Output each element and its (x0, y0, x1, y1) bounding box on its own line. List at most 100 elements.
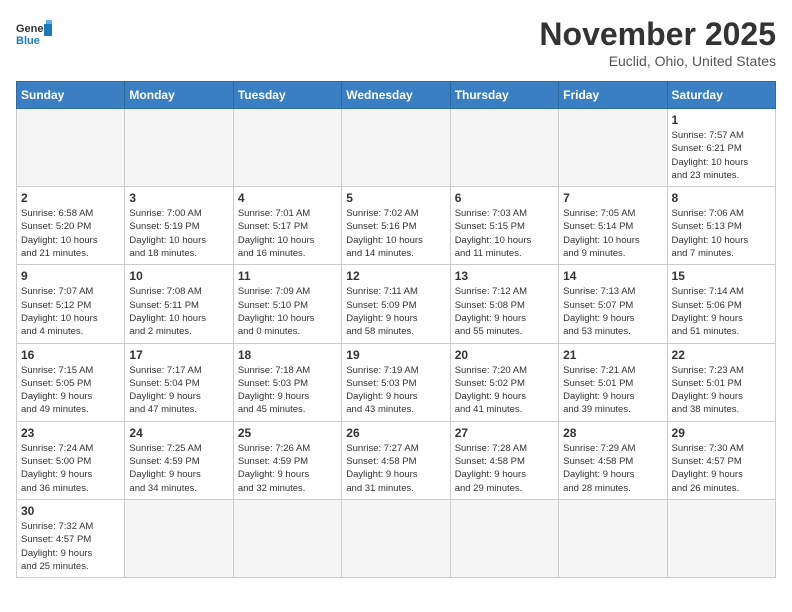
week-row-0: 1Sunrise: 7:57 AM Sunset: 6:21 PM Daylig… (17, 109, 776, 187)
day-cell: 30 Sunrise: 7:32 AM Sunset: 4:57 PM Dayli… (17, 499, 125, 577)
day-number: 7 (563, 191, 662, 205)
day-number: 13 (455, 269, 554, 283)
day-cell: 20 Sunrise: 7:20 AM Sunset: 5:02 PM Dayli… (450, 343, 558, 421)
day-cell: 29Sunrise: 7:30 AM Sunset: 4:57 PM Dayli… (667, 421, 775, 499)
day-number: 21 (563, 348, 662, 362)
day-info: Sunrise: 7:00 AM Sunset: 5:19 PM Dayligh… (129, 207, 228, 260)
day-info: Sunrise: 7:25 AM Sunset: 4:59 PM Dayligh… (129, 442, 228, 495)
day-number: 17 (129, 348, 228, 362)
title-block: November 2025 Euclid, Ohio, United State… (539, 16, 776, 69)
day-number: 20 (455, 348, 554, 362)
day-cell: 19 Sunrise: 7:19 AM Sunset: 5:03 PM Dayli… (342, 343, 450, 421)
location: Euclid, Ohio, United States (539, 53, 776, 69)
day-cell: 27 Sunrise: 7:28 AM Sunset: 4:58 PM Dayli… (450, 421, 558, 499)
day-info: Sunrise: 7:27 AM Sunset: 4:58 PM Dayligh… (346, 442, 445, 495)
day-header-friday: Friday (559, 82, 667, 109)
day-cell: 12 Sunrise: 7:11 AM Sunset: 5:09 PM Dayli… (342, 265, 450, 343)
day-info: Sunrise: 7:03 AM Sunset: 5:15 PM Dayligh… (455, 207, 554, 260)
day-info: Sunrise: 7:11 AM Sunset: 5:09 PM Dayligh… (346, 285, 445, 338)
day-cell: 13Sunrise: 7:12 AM Sunset: 5:08 PM Dayli… (450, 265, 558, 343)
day-cell: 25 Sunrise: 7:26 AM Sunset: 4:59 PM Dayli… (233, 421, 341, 499)
day-cell: 4 Sunrise: 7:01 AM Sunset: 5:17 PM Daylig… (233, 187, 341, 265)
day-info: Sunrise: 6:58 AM Sunset: 5:20 PM Dayligh… (21, 207, 120, 260)
day-number: 28 (563, 426, 662, 440)
day-number: 10 (129, 269, 228, 283)
day-number: 27 (455, 426, 554, 440)
day-number: 18 (238, 348, 337, 362)
day-cell (450, 109, 558, 187)
day-cell: 7 Sunrise: 7:05 AM Sunset: 5:14 PM Daylig… (559, 187, 667, 265)
day-info: Sunrise: 7:15 AM Sunset: 5:05 PM Dayligh… (21, 364, 120, 417)
day-header-monday: Monday (125, 82, 233, 109)
day-number: 16 (21, 348, 120, 362)
day-cell: 16 Sunrise: 7:15 AM Sunset: 5:05 PM Dayli… (17, 343, 125, 421)
day-info: Sunrise: 7:13 AM Sunset: 5:07 PM Dayligh… (563, 285, 662, 338)
day-cell: 26 Sunrise: 7:27 AM Sunset: 4:58 PM Dayli… (342, 421, 450, 499)
day-number: 14 (563, 269, 662, 283)
day-number: 15 (672, 269, 771, 283)
day-info: Sunrise: 7:26 AM Sunset: 4:59 PM Dayligh… (238, 442, 337, 495)
day-info: Sunrise: 7:05 AM Sunset: 5:14 PM Dayligh… (563, 207, 662, 260)
header-row: SundayMondayTuesdayWednesdayThursdayFrid… (17, 82, 776, 109)
day-number: 25 (238, 426, 337, 440)
day-cell: 21 Sunrise: 7:21 AM Sunset: 5:01 PM Dayli… (559, 343, 667, 421)
day-number: 5 (346, 191, 445, 205)
day-cell: 14 Sunrise: 7:13 AM Sunset: 5:07 PM Dayli… (559, 265, 667, 343)
day-info: Sunrise: 7:07 AM Sunset: 5:12 PM Dayligh… (21, 285, 120, 338)
day-header-thursday: Thursday (450, 82, 558, 109)
day-cell: 1Sunrise: 7:57 AM Sunset: 6:21 PM Daylig… (667, 109, 775, 187)
day-header-saturday: Saturday (667, 82, 775, 109)
day-cell: 8Sunrise: 7:06 AM Sunset: 5:13 PM Daylig… (667, 187, 775, 265)
day-number: 11 (238, 269, 337, 283)
day-cell (450, 499, 558, 577)
week-row-5: 30 Sunrise: 7:32 AM Sunset: 4:57 PM Dayli… (17, 499, 776, 577)
week-row-4: 23 Sunrise: 7:24 AM Sunset: 5:00 PM Dayli… (17, 421, 776, 499)
day-number: 4 (238, 191, 337, 205)
day-header-sunday: Sunday (17, 82, 125, 109)
day-info: Sunrise: 7:28 AM Sunset: 4:58 PM Dayligh… (455, 442, 554, 495)
day-cell (17, 109, 125, 187)
day-info: Sunrise: 7:02 AM Sunset: 5:16 PM Dayligh… (346, 207, 445, 260)
day-info: Sunrise: 7:29 AM Sunset: 4:58 PM Dayligh… (563, 442, 662, 495)
day-info: Sunrise: 7:08 AM Sunset: 5:11 PM Dayligh… (129, 285, 228, 338)
day-number: 24 (129, 426, 228, 440)
day-info: Sunrise: 7:20 AM Sunset: 5:02 PM Dayligh… (455, 364, 554, 417)
day-cell (559, 499, 667, 577)
day-cell (559, 109, 667, 187)
day-info: Sunrise: 7:09 AM Sunset: 5:10 PM Dayligh… (238, 285, 337, 338)
day-info: Sunrise: 7:32 AM Sunset: 4:57 PM Dayligh… (21, 520, 120, 573)
day-cell: 28 Sunrise: 7:29 AM Sunset: 4:58 PM Dayli… (559, 421, 667, 499)
day-cell: 5 Sunrise: 7:02 AM Sunset: 5:16 PM Daylig… (342, 187, 450, 265)
day-cell: 17Sunrise: 7:17 AM Sunset: 5:04 PM Dayli… (125, 343, 233, 421)
day-info: Sunrise: 7:24 AM Sunset: 5:00 PM Dayligh… (21, 442, 120, 495)
day-cell (342, 499, 450, 577)
day-cell: 15 Sunrise: 7:14 AM Sunset: 5:06 PM Dayli… (667, 265, 775, 343)
day-info: Sunrise: 7:23 AM Sunset: 5:01 PM Dayligh… (672, 364, 771, 417)
day-cell: 3Sunrise: 7:00 AM Sunset: 5:19 PM Daylig… (125, 187, 233, 265)
day-number: 9 (21, 269, 120, 283)
day-number: 30 (21, 504, 120, 518)
day-number: 2 (21, 191, 120, 205)
calendar-table: SundayMondayTuesdayWednesdayThursdayFrid… (16, 81, 776, 578)
day-cell: 22Sunrise: 7:23 AM Sunset: 5:01 PM Dayli… (667, 343, 775, 421)
day-cell (233, 499, 341, 577)
day-info: Sunrise: 7:19 AM Sunset: 5:03 PM Dayligh… (346, 364, 445, 417)
day-cell (233, 109, 341, 187)
logo-icon: General Blue (16, 16, 52, 52)
day-info: Sunrise: 7:57 AM Sunset: 6:21 PM Dayligh… (672, 129, 771, 182)
day-cell: 10 Sunrise: 7:08 AM Sunset: 5:11 PM Dayli… (125, 265, 233, 343)
day-number: 12 (346, 269, 445, 283)
day-cell (342, 109, 450, 187)
day-cell: 11 Sunrise: 7:09 AM Sunset: 5:10 PM Dayli… (233, 265, 341, 343)
day-number: 19 (346, 348, 445, 362)
week-row-3: 16 Sunrise: 7:15 AM Sunset: 5:05 PM Dayli… (17, 343, 776, 421)
day-cell (125, 499, 233, 577)
day-info: Sunrise: 7:21 AM Sunset: 5:01 PM Dayligh… (563, 364, 662, 417)
day-number: 23 (21, 426, 120, 440)
day-number: 29 (672, 426, 771, 440)
day-number: 6 (455, 191, 554, 205)
day-header-tuesday: Tuesday (233, 82, 341, 109)
day-info: Sunrise: 7:14 AM Sunset: 5:06 PM Dayligh… (672, 285, 771, 338)
day-info: Sunrise: 7:01 AM Sunset: 5:17 PM Dayligh… (238, 207, 337, 260)
day-number: 26 (346, 426, 445, 440)
